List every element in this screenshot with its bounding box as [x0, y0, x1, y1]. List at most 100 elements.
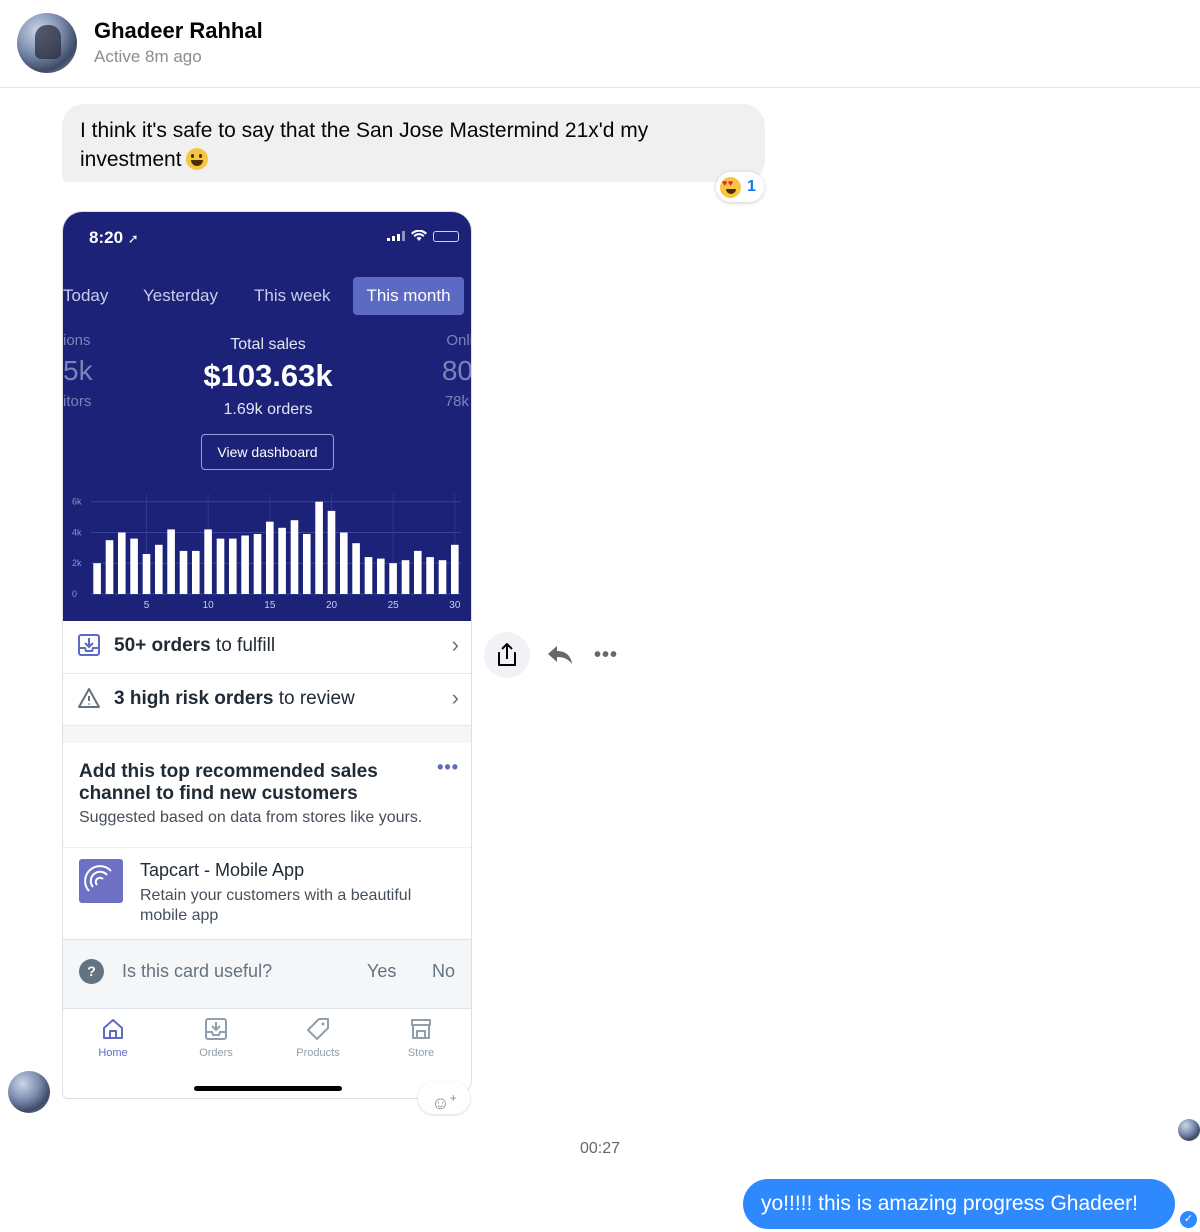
card-title: Add this top recommended sales channel t… [79, 761, 378, 804]
contact-avatar-small[interactable] [8, 1071, 50, 1113]
tag-icon [307, 1018, 329, 1040]
tabbar-home-label: Home [98, 1047, 128, 1059]
chart-bar-day-3 [118, 532, 126, 594]
conversation-header: Ghadeer Rahhal Active 8m ago [0, 0, 1200, 88]
date-range-tabs: Today Yesterday This week This month [63, 277, 471, 315]
feedback-yes-button[interactable]: Yes [367, 961, 396, 982]
delivered-check-icon: ✓ [1180, 1211, 1197, 1228]
chart-x-tick-label: 5 [144, 600, 150, 611]
tab-this-month[interactable]: This month [353, 277, 464, 315]
warning-triangle-icon [78, 688, 100, 708]
chart-bar-day-7 [167, 529, 175, 594]
tabbar-products[interactable]: Products [278, 1017, 358, 1059]
home-icon [103, 1019, 123, 1039]
chart-x-tick-label: 25 [388, 600, 400, 611]
orders-to-fulfill-row[interactable]: 50+ orders to fulfill › [63, 621, 471, 674]
chart-x-tick-label: 15 [264, 600, 276, 611]
chart-bar-day-4 [130, 538, 138, 594]
reply-icon[interactable] [545, 642, 575, 668]
fulfill-label: to fulfill [210, 635, 276, 656]
seen-by-avatar [1178, 1119, 1200, 1141]
risk-count: 3 high risk orders [114, 688, 274, 709]
tab-today[interactable]: Today [63, 286, 108, 306]
outgoing-message-bubble[interactable]: yo!!!!! this is amazing progress Ghadeer… [743, 1179, 1175, 1229]
message-text: I think it's safe to say that the San Jo… [80, 119, 649, 171]
chart-bar-day-9 [192, 550, 200, 594]
sales-bar-chart: 0 2k 4k 6k 5 10 15 20 25 30 [72, 494, 461, 611]
status-bar-icons [387, 230, 459, 242]
view-dashboard-button[interactable]: View dashboard [201, 434, 334, 470]
card-more-icon[interactable]: ••• [437, 757, 459, 778]
chart-bar-day-17 [290, 520, 299, 594]
more-options-icon[interactable]: ••• [594, 644, 618, 667]
wifi-icon [411, 230, 427, 241]
shared-image[interactable]: 8:20 ➚ Today Yesterday This week This mo… [62, 211, 472, 1099]
feedback-question: Is this card useful? [122, 961, 273, 981]
chart-bar-day-14 [253, 534, 262, 594]
total-sales-label: Total sales [230, 336, 306, 353]
card-feedback-bar: ? Is this card useful? Yes No [63, 939, 471, 1003]
chart-bar-day-27 [414, 550, 422, 594]
high-risk-orders-row[interactable]: 3 high risk orders to review › [63, 674, 471, 726]
chart-y-tick-label: 6k [72, 497, 82, 507]
chart-y-tick-label: 0 [72, 589, 77, 599]
chart-bar-day-5 [142, 554, 151, 594]
tabbar-store-label: Store [407, 1047, 435, 1059]
chart-bar-day-10 [204, 529, 212, 594]
orders-icon [205, 1018, 227, 1040]
tabbar-home[interactable]: Home [73, 1017, 153, 1059]
tabbar-orders[interactable]: Orders [176, 1017, 256, 1059]
chart-bar-day-23 [364, 557, 373, 594]
chart-bar-day-19 [315, 501, 323, 594]
chart-bar-day-25 [389, 563, 397, 594]
tab-this-week[interactable]: This week [254, 286, 331, 306]
chart-y-tick-label: 2k [72, 558, 82, 568]
chart-bar-day-11 [216, 538, 225, 594]
incoming-message-bubble[interactable]: I think it's safe to say that the San Jo… [62, 104, 765, 182]
store-icon [411, 1019, 431, 1039]
tabbar-orders-label: Orders [199, 1047, 233, 1059]
chart-bar-day-16 [278, 527, 286, 594]
tab-yesterday[interactable]: Yesterday [143, 286, 218, 306]
signal-icon [387, 231, 405, 241]
chart-bar-day-1 [93, 563, 101, 594]
status-bar-time: 8:20 ➚ [89, 228, 139, 247]
active-status: Active 8m ago [94, 47, 202, 66]
chart-bar-day-26 [401, 560, 410, 594]
share-button[interactable] [484, 632, 530, 678]
chevron-right-icon: › [451, 685, 459, 710]
chart-bar-day-12 [229, 538, 237, 594]
chart-bar-day-22 [352, 543, 360, 594]
contact-name[interactable]: Ghadeer Rahhal [94, 18, 263, 44]
chart-bar-day-8 [179, 550, 188, 594]
chart-x-tick-label: 20 [326, 600, 338, 611]
app-description: Retain your customers with a beautiful m… [140, 887, 412, 924]
tapcart-app-icon[interactable] [79, 859, 123, 903]
heart-eyes-emoji-icon [720, 176, 741, 198]
share-icon [498, 643, 516, 666]
chevron-right-icon: › [451, 632, 459, 657]
chart-bar-day-29 [438, 560, 447, 594]
home-indicator [194, 1086, 342, 1091]
chart-x-tick-label: 10 [203, 600, 215, 611]
fulfill-count: 50+ orders [114, 635, 211, 656]
inbox-download-icon [78, 634, 100, 656]
message-reaction[interactable]: 1 [716, 172, 764, 202]
tabbar-products-label: Products [296, 1047, 340, 1059]
chart-bar-day-18 [303, 534, 311, 594]
total-orders: 1.69k orders [223, 401, 313, 418]
tabbar-store[interactable]: Store [381, 1017, 461, 1059]
contact-avatar[interactable] [17, 13, 77, 73]
divider [63, 847, 471, 848]
add-reaction-icon[interactable]: ☺+ [418, 1082, 470, 1114]
question-icon: ? [79, 959, 104, 984]
chart-y-tick-label: 4k [72, 527, 82, 537]
chart-bar-day-28 [426, 557, 434, 594]
grinning-face-emoji-icon [185, 148, 208, 170]
card-subtitle: Suggested based on data from stores like… [79, 809, 423, 826]
feedback-no-button[interactable]: No [432, 961, 455, 982]
chart-bar-day-6 [155, 544, 163, 594]
app-tab-bar: Home Orders Products Store [63, 1008, 471, 1098]
app-name[interactable]: Tapcart - Mobile App [140, 860, 304, 881]
chart-x-tick-label: 30 [449, 600, 461, 611]
